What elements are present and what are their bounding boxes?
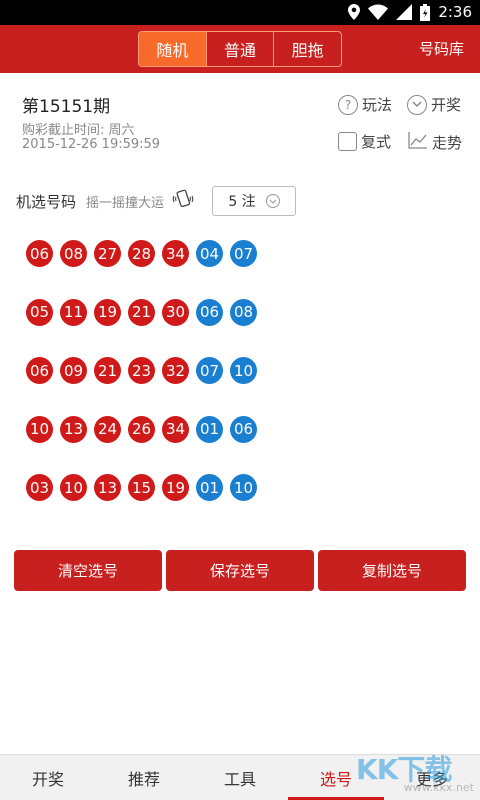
blue-ball: 01 <box>196 415 223 443</box>
blue-ball: 10 <box>230 357 257 384</box>
status-icons: 2:36 <box>348 3 472 21</box>
location-icon <box>348 4 361 20</box>
compound-label: 复式 <box>361 133 392 151</box>
tab-tools[interactable]: 工具 <box>192 755 288 800</box>
red-ball: 23 <box>128 357 155 384</box>
red-ball: 09 <box>60 357 87 384</box>
deadline-datetime: 2015-12-26 19:59:59 <box>22 137 161 152</box>
blue-ball: 04 <box>196 240 223 267</box>
signal-icon <box>396 4 413 20</box>
copy-selection-button[interactable]: 复制选号 <box>318 550 466 591</box>
red-ball: 21 <box>128 298 155 326</box>
red-ball: 15 <box>128 474 155 501</box>
action-buttons: 清空选号 保存选号 复制选号 <box>14 550 466 591</box>
rules-button[interactable]: ? 玩法 <box>338 94 392 115</box>
red-ball: 11 <box>60 298 87 326</box>
tab-draw-results[interactable]: 开奖 <box>0 755 96 800</box>
red-ball: 28 <box>128 240 155 267</box>
chevron-down-icon <box>265 194 280 208</box>
segment-random[interactable]: 随机 <box>139 32 207 66</box>
site-watermark: KK下载 www.kkx.net <box>356 748 476 794</box>
red-ball: 08 <box>60 240 87 267</box>
red-ball: 27 <box>94 240 121 267</box>
red-ball: 06 <box>26 357 53 384</box>
tab-recommend[interactable]: 推荐 <box>96 755 192 800</box>
ticket-row: 06 09 21 23 32 07 10 <box>26 357 257 384</box>
status-bar: 2:36 <box>0 0 480 25</box>
clear-selection-button[interactable]: 清空选号 <box>14 550 162 591</box>
shake-hint: 摇一摇撞大运 <box>86 195 165 211</box>
red-ball: 10 <box>26 415 53 443</box>
ticket-row: 06 08 27 28 34 04 07 <box>26 240 257 267</box>
checkbox-icon <box>338 132 357 151</box>
wifi-icon <box>368 4 389 20</box>
trend-button[interactable]: 走势 <box>408 131 462 153</box>
compound-checkbox[interactable]: 复式 <box>338 131 391 152</box>
red-ball: 34 <box>162 240 189 267</box>
draw-label: 开奖 <box>431 96 462 114</box>
blue-ball: 07 <box>230 240 257 267</box>
ticket-row: 05 11 19 21 30 06 08 <box>26 298 257 326</box>
segment-banker[interactable]: 胆拖 <box>274 32 341 66</box>
red-ball: 03 <box>26 474 53 501</box>
issue-title: 第15151期 <box>22 97 111 117</box>
save-selection-button[interactable]: 保存选号 <box>166 550 314 591</box>
app-bar: 随机 普通 胆拖 号码库 <box>0 25 480 73</box>
help-icon: ? <box>338 94 358 115</box>
battery-icon <box>420 3 431 21</box>
number-library-button[interactable]: 号码库 <box>419 38 464 59</box>
ticket-count-dropdown[interactable]: 5 注 <box>212 186 296 216</box>
ticket-row: 03 10 13 15 19 01 10 <box>26 474 257 501</box>
shake-phone-icon[interactable] <box>172 188 194 214</box>
blue-ball: 08 <box>230 298 257 326</box>
blue-ball: 01 <box>196 474 223 501</box>
random-pick-title: 机选号码 <box>16 192 77 211</box>
clock-time: 2:36 <box>438 3 472 21</box>
blue-ball: 10 <box>230 474 257 501</box>
ticket-list: 06 08 27 28 34 04 07 05 11 19 21 30 06 0… <box>26 240 257 533</box>
chevron-down-icon <box>407 94 427 115</box>
blue-ball: 06 <box>230 415 257 443</box>
random-pick-row: 机选号码 摇一摇撞大运 <box>16 186 194 216</box>
blue-ball: 07 <box>196 357 223 384</box>
red-ball: 13 <box>94 474 121 501</box>
red-ball: 24 <box>94 415 121 443</box>
red-ball: 10 <box>60 474 87 501</box>
red-ball: 06 <box>26 240 53 267</box>
red-ball: 05 <box>26 298 53 326</box>
watermark-url: www.kkx.net <box>403 781 474 794</box>
mode-segmented-control: 随机 普通 胆拖 <box>138 31 342 67</box>
ticket-row: 10 13 24 26 34 01 06 <box>26 415 257 443</box>
blue-ball: 06 <box>196 298 223 326</box>
red-ball: 34 <box>162 415 189 443</box>
trend-chart-icon <box>408 131 428 153</box>
draw-button[interactable]: 开奖 <box>407 94 461 115</box>
deadline-label: 购彩截止时间: 周六 <box>22 123 135 138</box>
red-ball: 13 <box>60 415 87 443</box>
ticket-count-value: 5 注 <box>228 194 256 210</box>
red-ball: 30 <box>162 298 189 326</box>
red-ball: 21 <box>94 357 121 384</box>
trend-label: 走势 <box>432 133 463 152</box>
red-ball: 19 <box>94 298 121 326</box>
red-ball: 32 <box>162 357 189 384</box>
red-ball: 26 <box>128 415 155 443</box>
segment-normal[interactable]: 普通 <box>207 32 275 66</box>
red-ball: 19 <box>162 474 189 501</box>
rules-label: 玩法 <box>362 96 393 114</box>
